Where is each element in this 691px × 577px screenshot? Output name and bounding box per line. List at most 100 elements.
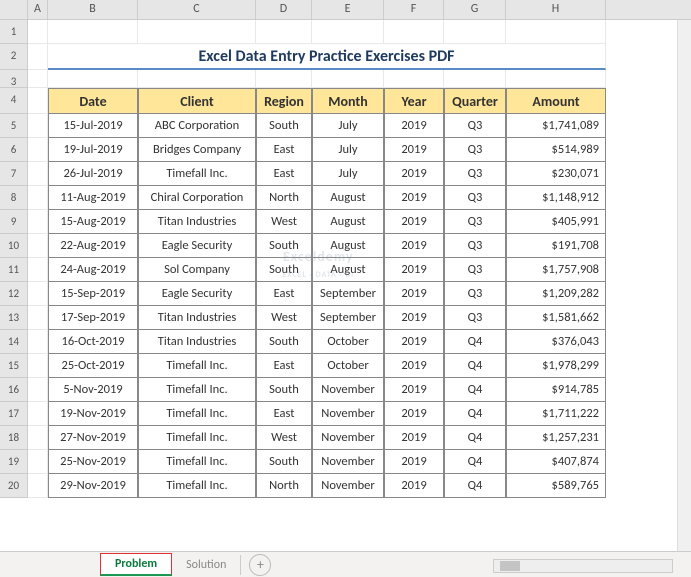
cell-client[interactable]: Sol Company [138, 258, 256, 282]
row-header-8[interactable]: 8 [0, 186, 28, 210]
cell-month[interactable]: July [312, 138, 384, 162]
cell-region[interactable]: North [256, 186, 312, 210]
row-header-7[interactable]: 7 [0, 162, 28, 186]
cell-client[interactable]: Timefall Inc. [138, 426, 256, 450]
cell-quarter[interactable]: Q3 [444, 210, 506, 234]
cell-client[interactable]: Chiral Corporation [138, 186, 256, 210]
cell-date[interactable]: 25-Nov-2019 [48, 450, 138, 474]
cell-region[interactable]: West [256, 210, 312, 234]
cell-region[interactable]: South [256, 450, 312, 474]
cell-amount[interactable]: $230,071 [506, 162, 606, 186]
cell-client[interactable]: Eagle Security [138, 234, 256, 258]
cell-client[interactable]: Timefall Inc. [138, 354, 256, 378]
row-header-10[interactable]: 10 [0, 234, 28, 258]
cell-region[interactable]: South [256, 378, 312, 402]
vertical-scrollbar[interactable] [677, 20, 691, 551]
cell-quarter[interactable]: Q4 [444, 426, 506, 450]
cell-date[interactable]: 15-Sep-2019 [48, 282, 138, 306]
cell-region[interactable]: South [256, 258, 312, 282]
row-header-11[interactable]: 11 [0, 258, 28, 282]
cell-month[interactable]: November [312, 378, 384, 402]
cell-amount[interactable]: $1,209,282 [506, 282, 606, 306]
new-sheet-button[interactable]: + [249, 554, 271, 576]
cell-amount[interactable]: $407,874 [506, 450, 606, 474]
cell-quarter[interactable]: Q3 [444, 282, 506, 306]
cell-month[interactable]: August [312, 258, 384, 282]
col-header-B[interactable]: B [48, 0, 138, 19]
sheet-area[interactable]: Excel Data Entry Practice Exercises PDF … [28, 20, 606, 498]
cell-date[interactable]: 16-Oct-2019 [48, 330, 138, 354]
cell-date[interactable]: 5-Nov-2019 [48, 378, 138, 402]
cell-client[interactable]: Titan Industries [138, 210, 256, 234]
row-header-14[interactable]: 14 [0, 330, 28, 354]
cell-quarter[interactable]: Q4 [444, 354, 506, 378]
cell-year[interactable]: 2019 [384, 186, 444, 210]
cell-quarter[interactable]: Q3 [444, 306, 506, 330]
cell-client[interactable]: Timefall Inc. [138, 402, 256, 426]
row-header-18[interactable]: 18 [0, 426, 28, 450]
cell-date[interactable]: 15-Aug-2019 [48, 210, 138, 234]
cell-amount[interactable]: $589,765 [506, 474, 606, 498]
row-header-4[interactable]: 4 [0, 88, 28, 114]
cell-month[interactable]: November [312, 402, 384, 426]
col-header-D[interactable]: D [256, 0, 312, 19]
cell-month[interactable]: July [312, 114, 384, 138]
cell-region[interactable]: West [256, 306, 312, 330]
cell-month[interactable]: August [312, 234, 384, 258]
cell-date[interactable]: 29-Nov-2019 [48, 474, 138, 498]
cell-amount[interactable]: $376,043 [506, 330, 606, 354]
cell-client[interactable]: Bridges Company [138, 138, 256, 162]
cell-year[interactable]: 2019 [384, 258, 444, 282]
cell-date[interactable]: 15-Jul-2019 [48, 114, 138, 138]
cell-amount[interactable]: $1,757,908 [506, 258, 606, 282]
cell-amount[interactable]: $514,989 [506, 138, 606, 162]
cell-quarter[interactable]: Q4 [444, 402, 506, 426]
col-header-A[interactable]: A [28, 0, 48, 19]
cell-date[interactable]: 26-Jul-2019 [48, 162, 138, 186]
cell-quarter[interactable]: Q3 [444, 138, 506, 162]
cell-client[interactable]: ABC Corporation [138, 114, 256, 138]
cell-quarter[interactable]: Q3 [444, 186, 506, 210]
cell-year[interactable]: 2019 [384, 162, 444, 186]
cell-quarter[interactable]: Q3 [444, 162, 506, 186]
cell-amount[interactable]: $191,708 [506, 234, 606, 258]
cell-region[interactable]: North [256, 474, 312, 498]
cell-quarter[interactable]: Q3 [444, 114, 506, 138]
cell-quarter[interactable]: Q3 [444, 258, 506, 282]
cell-amount[interactable]: $1,978,299 [506, 354, 606, 378]
cell-year[interactable]: 2019 [384, 474, 444, 498]
cell-date[interactable]: 11-Aug-2019 [48, 186, 138, 210]
cell-year[interactable]: 2019 [384, 306, 444, 330]
cell-region[interactable]: East [256, 162, 312, 186]
cell-amount[interactable]: $1,257,231 [506, 426, 606, 450]
cell-quarter[interactable]: Q4 [444, 474, 506, 498]
cell-amount[interactable]: $914,785 [506, 378, 606, 402]
tab-problem[interactable]: Problem [100, 553, 172, 576]
cell-date[interactable]: 27-Nov-2019 [48, 426, 138, 450]
row-header-19[interactable]: 19 [0, 450, 28, 474]
cell-year[interactable]: 2019 [384, 402, 444, 426]
row-header-3[interactable]: 3 [0, 70, 28, 88]
cell-region[interactable]: East [256, 138, 312, 162]
row-header-9[interactable]: 9 [0, 210, 28, 234]
cell-year[interactable]: 2019 [384, 234, 444, 258]
cell-year[interactable]: 2019 [384, 282, 444, 306]
cell-month[interactable]: September [312, 282, 384, 306]
row-header-16[interactable]: 16 [0, 378, 28, 402]
row-header-1[interactable]: 1 [0, 20, 28, 44]
cell-date[interactable]: 19-Jul-2019 [48, 138, 138, 162]
cell-quarter[interactable]: Q4 [444, 378, 506, 402]
cell-client[interactable]: Timefall Inc. [138, 162, 256, 186]
cell-date[interactable]: 22-Aug-2019 [48, 234, 138, 258]
cell-quarter[interactable]: Q3 [444, 234, 506, 258]
row-header-12[interactable]: 12 [0, 282, 28, 306]
cell-date[interactable]: 19-Nov-2019 [48, 402, 138, 426]
cell-amount[interactable]: $1,581,662 [506, 306, 606, 330]
row-header-20[interactable]: 20 [0, 474, 28, 498]
row-header-2[interactable]: 2 [0, 44, 28, 70]
row-header-15[interactable]: 15 [0, 354, 28, 378]
cell-region[interactable]: West [256, 426, 312, 450]
row-header-13[interactable]: 13 [0, 306, 28, 330]
cell-client[interactable]: Eagle Security [138, 282, 256, 306]
cell-client[interactable]: Timefall Inc. [138, 474, 256, 498]
